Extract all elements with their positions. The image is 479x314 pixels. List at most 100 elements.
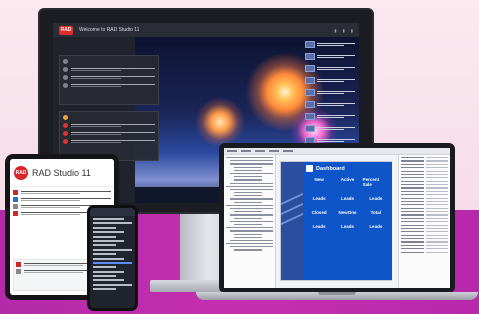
package-icon	[63, 131, 68, 136]
tablet-header: RAD RAD Studio 11	[10, 159, 114, 187]
news-item[interactable]	[305, 113, 355, 120]
menu-item[interactable]	[93, 222, 132, 225]
project-item[interactable]	[63, 67, 155, 72]
tile-label: Total	[370, 210, 382, 215]
rad-logo: RAD	[59, 25, 73, 35]
dashboard-tile[interactable]: NewOne	[334, 210, 360, 215]
structure-tree-panel[interactable]	[224, 155, 276, 288]
tile-label: Leads	[312, 196, 326, 201]
menu-item[interactable]	[93, 226, 117, 229]
project-icon	[16, 269, 21, 274]
project-item[interactable]	[63, 75, 155, 80]
thumbnail	[305, 53, 315, 60]
news-item[interactable]	[305, 65, 355, 72]
menu-item[interactable]	[93, 257, 125, 260]
thumbnail	[305, 89, 315, 96]
action-icon[interactable]: ▮	[351, 28, 353, 33]
package-icon	[63, 123, 68, 128]
laptop-screen: Dashboard New Active Percent Sale Leads …	[224, 148, 450, 288]
dashboard-tiles: New Active Percent Sale Leads Leads Lead…	[306, 177, 389, 229]
dashboard-tile[interactable]: Active	[334, 177, 360, 187]
thumbnail	[305, 77, 315, 84]
list-item[interactable]	[13, 197, 111, 202]
object-inspector-panel[interactable]	[398, 155, 450, 288]
action-icon[interactable]: ▮	[343, 28, 345, 33]
dashboard-tile[interactable]: Leads	[363, 224, 389, 229]
tile-label: NewOne	[338, 210, 357, 215]
thumbnail	[305, 125, 315, 132]
rad-logo: RAD	[14, 165, 28, 180]
package-icon	[63, 115, 68, 120]
list-item[interactable]	[13, 190, 111, 195]
thumbnail	[305, 113, 315, 120]
menu-item-selected[interactable]	[93, 261, 132, 264]
dashboard-icon	[306, 165, 313, 172]
menu-item[interactable]	[93, 231, 125, 234]
package-item[interactable]	[63, 131, 155, 136]
menu-item[interactable]	[93, 279, 125, 282]
menu-item[interactable]	[93, 266, 117, 269]
tile-label: Leads	[312, 224, 326, 229]
thumbnail	[305, 65, 315, 72]
project-icon	[13, 211, 18, 216]
phone-menu[interactable]	[90, 216, 135, 292]
tile-label: Leads	[340, 196, 354, 201]
action-icon[interactable]: ▮	[334, 28, 336, 33]
top-right-actions[interactable]: ▮ ▮ ▮	[334, 28, 353, 33]
news-item[interactable]	[305, 89, 355, 96]
welcome-title: Welcome to RAD Studio 11	[79, 27, 140, 33]
news-item[interactable]	[305, 101, 355, 108]
ide-welcome-bar: RAD Welcome to RAD Studio 11 ▮ ▮ ▮	[53, 23, 359, 37]
thumbnail	[305, 101, 315, 108]
dashboard-tile[interactable]: Leads	[334, 196, 360, 201]
news-item[interactable]	[305, 53, 355, 60]
menu-item[interactable]	[93, 275, 117, 278]
dashboard-tile[interactable]: Leads	[306, 196, 332, 201]
news-feed[interactable]	[305, 41, 355, 144]
menu-item[interactable]	[93, 235, 117, 238]
news-item[interactable]	[305, 125, 355, 132]
ide-titlebar[interactable]	[224, 148, 450, 155]
menu-item[interactable]	[93, 270, 125, 273]
dashboard-form[interactable]: Dashboard New Active Percent Sale Leads …	[303, 162, 392, 280]
news-item[interactable]	[305, 41, 355, 48]
phone-status-bar	[90, 208, 135, 216]
menu-item[interactable]	[93, 244, 117, 247]
dashboard-tile[interactable]: New	[306, 177, 332, 187]
project-icon	[63, 83, 68, 88]
dashboard-tile[interactable]: Total	[363, 210, 389, 215]
folder-icon	[63, 59, 68, 64]
project-icon	[13, 190, 18, 195]
package-item[interactable]	[63, 123, 155, 128]
phone-device	[87, 205, 138, 311]
menu-item[interactable]	[93, 248, 132, 251]
dashboard-tile[interactable]: Leads	[363, 196, 389, 201]
menu-item[interactable]	[93, 218, 125, 220]
project-item[interactable]	[63, 83, 155, 88]
dashboard-tile[interactable]: Leads	[334, 224, 360, 229]
tile-label: Leads	[369, 196, 383, 201]
menu-item[interactable]	[93, 253, 117, 256]
tile-label: Leads	[369, 224, 383, 229]
dashboard-title: Dashboard	[316, 165, 345, 172]
form-sidebar	[281, 162, 303, 280]
project-icon	[63, 67, 68, 72]
form-designer[interactable]: Dashboard New Active Percent Sale Leads …	[280, 161, 392, 281]
menu-item[interactable]	[93, 239, 125, 242]
dashboard-tile[interactable]: Leads	[306, 224, 332, 229]
package-item[interactable]	[63, 139, 155, 144]
dashboard-tile[interactable]: Percent Sale	[363, 177, 389, 187]
recent-projects-panel[interactable]	[59, 55, 159, 105]
tile-label: Active	[340, 177, 355, 182]
project-icon	[13, 204, 18, 209]
thumbnail	[305, 41, 315, 48]
tile-label: Closed	[311, 210, 327, 215]
project-icon	[13, 197, 18, 202]
tile-label: Leads	[340, 224, 354, 229]
news-item[interactable]	[305, 77, 355, 84]
menu-item[interactable]	[93, 283, 132, 286]
phone-screen	[90, 208, 135, 308]
tile-label: New	[314, 177, 324, 182]
menu-item[interactable]	[93, 288, 117, 291]
dashboard-tile[interactable]: Closed	[306, 210, 332, 215]
